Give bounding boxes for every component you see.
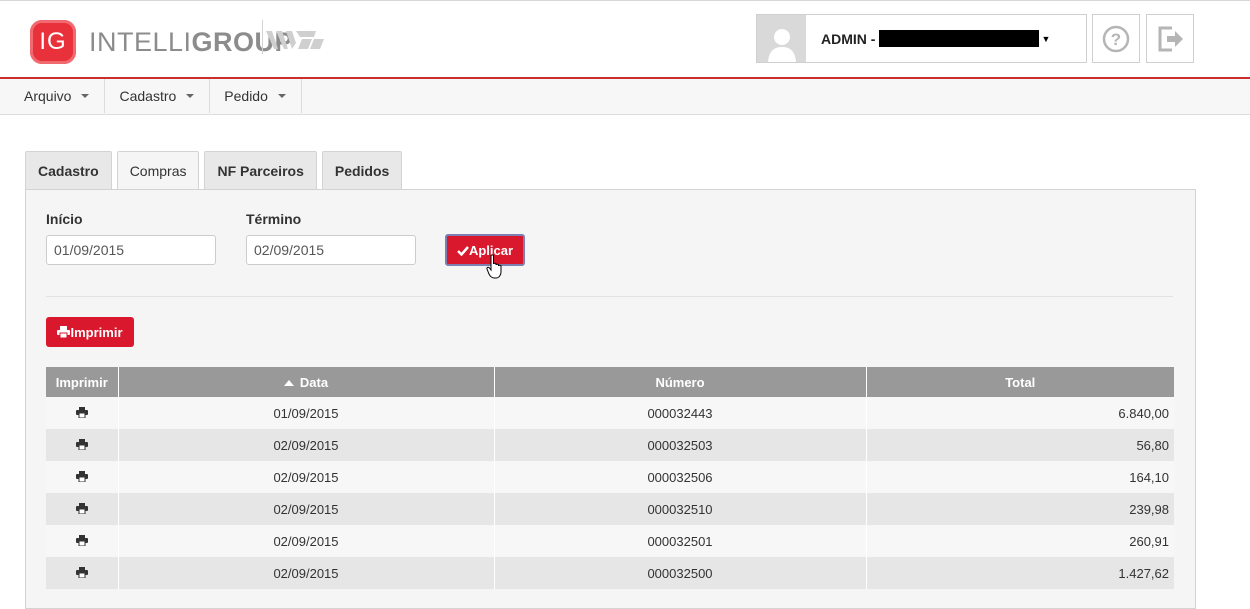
redacted-name xyxy=(879,30,1040,47)
inicio-date-field[interactable]: 01/09/2015 xyxy=(46,235,216,265)
menu-label: Cadastro xyxy=(119,88,177,104)
row-total: 164,10 xyxy=(866,461,1174,493)
sort-asc-icon xyxy=(283,379,294,386)
logo-mark: IG xyxy=(30,20,76,64)
menu-pedido[interactable]: Pedido xyxy=(210,79,302,113)
menu-arquivo[interactable]: Arquivo xyxy=(0,79,106,113)
print-button[interactable]: Imprimir xyxy=(46,317,134,347)
printer-icon[interactable] xyxy=(75,502,88,514)
printer-icon xyxy=(57,326,71,338)
row-number: 000032506 xyxy=(494,461,867,493)
termino-date-field[interactable]: 02/09/2015 xyxy=(246,235,416,265)
logo-separator xyxy=(262,20,263,54)
menu-cadastro[interactable]: Cadastro xyxy=(105,79,211,113)
column-header-numero[interactable]: Número xyxy=(494,367,867,397)
row-number: 000032443 xyxy=(494,397,867,429)
row-total: 6.840,00 xyxy=(866,397,1174,429)
row-date: 01/09/2015 xyxy=(118,397,495,429)
row-print-cell[interactable] xyxy=(46,397,119,429)
row-number: 000032510 xyxy=(494,493,867,525)
row-date: 02/09/2015 xyxy=(118,557,495,589)
user-label: ADMIN - xyxy=(821,30,876,47)
chevron-down-icon xyxy=(277,94,286,98)
termino-label: Término xyxy=(246,211,302,227)
section-divider xyxy=(46,296,1173,297)
tab-compras[interactable]: Compras xyxy=(116,151,200,190)
row-number: 000032500 xyxy=(494,557,867,589)
row-number: 000032503 xyxy=(494,429,867,461)
svg-text:?: ? xyxy=(1111,30,1121,49)
row-print-cell[interactable] xyxy=(46,493,119,525)
printer-icon[interactable] xyxy=(75,534,88,546)
partner-logo-icon xyxy=(266,31,324,49)
chevron-down-icon xyxy=(186,94,195,98)
table-row[interactable]: 02/09/2015 000032503 56,80 xyxy=(46,429,1174,461)
row-total: 239,98 xyxy=(866,493,1174,525)
row-total: 56,80 xyxy=(866,429,1174,461)
avatar-icon xyxy=(757,15,806,62)
user-name[interactable]: ADMIN - ▼ xyxy=(821,30,1050,47)
row-print-cell[interactable] xyxy=(46,557,119,589)
sign-out-icon xyxy=(1158,26,1183,51)
row-print-cell[interactable] xyxy=(46,525,119,557)
row-total: 260,91 xyxy=(866,525,1174,557)
printer-icon[interactable] xyxy=(75,438,88,450)
tab-nf-parceiros[interactable]: NF Parceiros xyxy=(204,151,317,189)
table-row[interactable]: 02/09/2015 000032500 1.427,62 xyxy=(46,557,1174,589)
print-button-label: Imprimir xyxy=(70,324,123,340)
menu-label: Pedido xyxy=(224,88,268,104)
menu-label: Arquivo xyxy=(24,88,72,104)
row-print-cell[interactable] xyxy=(46,461,119,493)
row-date: 02/09/2015 xyxy=(118,429,495,461)
table-row[interactable]: 02/09/2015 000032510 239,98 xyxy=(46,493,1174,525)
row-total: 1.427,62 xyxy=(866,557,1174,589)
table-body: 01/09/2015 000032443 6.840,00 02/09/2015 000… xyxy=(46,397,1174,589)
help-button[interactable]: ? xyxy=(1092,14,1140,63)
logout-button[interactable] xyxy=(1146,14,1194,63)
top-header: IG INTELLIGROUP ADMIN - ▼ ? xyxy=(0,0,1250,79)
printer-icon[interactable] xyxy=(75,406,88,418)
table-header-row: Imprimir Data Número Total xyxy=(46,367,1174,397)
tab-pedidos[interactable]: Pedidos xyxy=(321,151,403,189)
table-row[interactable]: 02/09/2015 000032501 260,91 xyxy=(46,525,1174,557)
inicio-label: Início xyxy=(46,211,83,227)
column-header-imprimir: Imprimir xyxy=(46,367,119,397)
tab-bar: Cadastro Compras NF Parceiros Pedidos xyxy=(25,151,407,190)
row-date: 02/09/2015 xyxy=(118,525,495,557)
question-circle-icon: ? xyxy=(1102,25,1130,52)
column-header-data[interactable]: Data xyxy=(118,367,495,397)
printer-icon[interactable] xyxy=(75,470,88,482)
column-header-total[interactable]: Total xyxy=(866,367,1174,397)
table-row[interactable]: 02/09/2015 000032506 164,10 xyxy=(46,461,1174,493)
row-date: 02/09/2015 xyxy=(118,493,495,525)
column-label: Data xyxy=(299,374,329,390)
row-date: 02/09/2015 xyxy=(118,461,495,493)
apply-button[interactable]: Aplicar xyxy=(445,234,525,266)
row-number: 000032501 xyxy=(494,525,867,557)
printer-icon[interactable] xyxy=(75,566,88,578)
intelligroup-logo[interactable]: IG INTELLIGROUP xyxy=(30,20,293,64)
main-menu: Arquivo Cadastro Pedido xyxy=(0,79,1250,115)
chevron-down-icon xyxy=(81,94,90,98)
row-print-cell[interactable] xyxy=(46,429,119,461)
table-row[interactable]: 01/09/2015 000032443 6.840,00 xyxy=(46,397,1174,429)
caret-down-icon: ▼ xyxy=(1041,33,1051,44)
user-menu[interactable]: ADMIN - ▼ xyxy=(756,14,1087,63)
tab-cadastro[interactable]: Cadastro xyxy=(25,151,112,189)
compras-table: Imprimir Data Número Total 01/09/2015 000… xyxy=(46,367,1174,589)
hand-pointer-cursor-icon xyxy=(486,254,502,279)
check-icon xyxy=(457,245,469,256)
